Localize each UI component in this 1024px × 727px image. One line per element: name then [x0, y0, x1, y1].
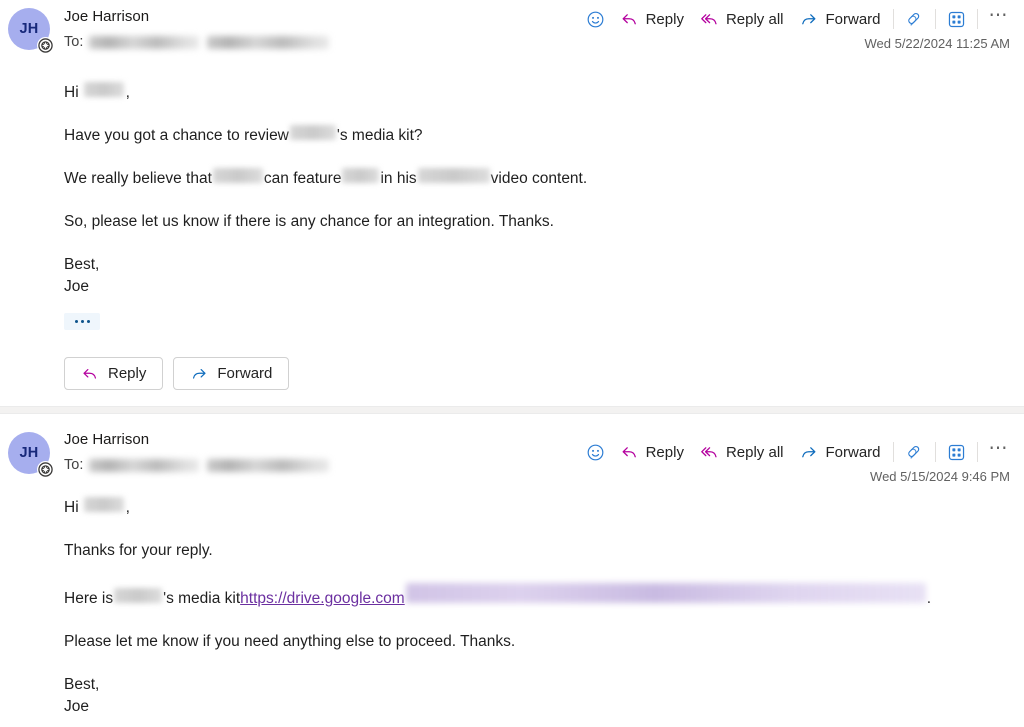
reply-all-button[interactable]: Reply all: [692, 437, 792, 467]
avatar[interactable]: JH: [8, 8, 54, 54]
recipient-line: To:: [64, 455, 330, 475]
tag-button[interactable]: [898, 437, 931, 467]
forward-action-button[interactable]: Forward: [173, 357, 290, 390]
dot-icon: [80, 320, 84, 323]
body-paragraph-with-link: Here is 's media kit https://drive.googl…: [64, 583, 1004, 609]
sender-block: Joe Harrison To:: [64, 6, 330, 52]
greeting-name-redacted: [83, 497, 124, 512]
paragraph-text: Have you got a chance to review: [64, 127, 289, 144]
expand-quoted-text-button[interactable]: [64, 313, 100, 330]
message-header: JH Joe Harrison To: Reply Reply all Forw…: [0, 417, 1024, 484]
paragraph-text: 's media kit: [163, 590, 241, 607]
tag-button[interactable]: [898, 4, 931, 34]
paragraph-text: We really believe that: [64, 170, 212, 187]
email-thread: JH Joe Harrison To: Reply Reply all Forw…: [0, 0, 1024, 727]
reply-all-button-label: Reply all: [725, 10, 784, 28]
message-actions: Reply Forward: [0, 357, 1024, 390]
greeting-line: Hi ,: [64, 497, 1004, 518]
message-timestamp: Wed 5/15/2024 9:46 PM: [870, 469, 1010, 484]
greeting-prefix: Hi: [64, 499, 79, 516]
sender-name[interactable]: Joe Harrison: [64, 429, 329, 451]
forward-button-label: Forward: [825, 443, 881, 461]
sender-name[interactable]: Joe Harrison: [64, 6, 329, 28]
message-toolbar: Reply Reply all Forward ⋯: [579, 4, 1016, 34]
paragraph-text: 's media kit?: [336, 127, 423, 144]
signature-line: Best,: [64, 676, 100, 693]
dot-icon: [86, 320, 90, 323]
greeting-prefix: Hi: [64, 84, 79, 101]
toolbar-separator: [934, 442, 936, 462]
dot-icon: [74, 320, 78, 323]
media-kit-link[interactable]: https://drive.google.com: [240, 588, 405, 609]
toolbar-separator: [976, 442, 978, 462]
reply-action-button[interactable]: Reply: [64, 357, 164, 390]
body-paragraph: Thanks for your reply.: [64, 542, 213, 559]
redacted-topic: [417, 168, 490, 183]
forward-action-label: Forward: [217, 365, 273, 382]
forward-button[interactable]: Forward: [791, 4, 888, 34]
reply-button[interactable]: Reply: [612, 4, 692, 34]
email-message: JH Joe Harrison To: Reply Reply all Forw…: [0, 0, 1024, 406]
emoji-react-button[interactable]: [579, 437, 612, 467]
blocked-sender-badge-icon: [37, 461, 54, 478]
signature-line: Joe: [64, 698, 89, 715]
greeting-line: Hi ,: [64, 82, 1004, 103]
to-label: To:: [64, 457, 84, 473]
redacted-name: [114, 588, 163, 603]
toolbar-separator: [892, 9, 894, 29]
message-header: JH Joe Harrison To: Reply Reply all Forw…: [0, 2, 1024, 64]
toolbar-separator: [892, 442, 894, 462]
reply-all-button-label: Reply all: [725, 443, 784, 461]
sender-block: Joe Harrison To:: [64, 429, 330, 475]
body-paragraph: Have you got a chance to review 's media…: [64, 125, 1004, 146]
signature-line: Joe: [64, 278, 89, 295]
redacted-link-tail: [405, 583, 926, 603]
body-paragraph: So, please let us know if there is any c…: [64, 213, 554, 230]
redacted-name: [212, 168, 263, 183]
apps-button[interactable]: [940, 437, 973, 467]
redacted-name: [342, 168, 380, 183]
paragraph-text: Here is: [64, 590, 114, 607]
message-divider: [0, 406, 1024, 414]
recipient-redacted: [89, 458, 200, 472]
reply-action-label: Reply: [108, 365, 147, 382]
blocked-sender-badge-icon: [37, 37, 54, 54]
emoji-react-button[interactable]: [579, 4, 612, 34]
email-message: JH Joe Harrison To: Reply Reply all Forw…: [0, 414, 1024, 718]
paragraph-text: in his: [380, 170, 417, 187]
reply-all-button[interactable]: Reply all: [692, 4, 792, 34]
reply-button[interactable]: Reply: [612, 437, 692, 467]
recipient-email-redacted: [207, 35, 330, 49]
apps-button[interactable]: [940, 4, 973, 34]
message-timestamp: Wed 5/22/2024 11:25 AM: [864, 36, 1010, 51]
greeting-suffix: ,: [125, 499, 130, 516]
recipient-email-redacted: [207, 458, 330, 472]
message-toolbar: Reply Reply all Forward ⋯: [579, 437, 1016, 467]
more-options-button[interactable]: ⋯: [982, 437, 1017, 467]
redacted-name: [289, 125, 336, 140]
paragraph-text: video content.: [490, 170, 588, 187]
recipient-redacted: [89, 35, 200, 49]
toolbar-separator: [976, 9, 978, 29]
signature-line: Best,: [64, 256, 100, 273]
reply-button-label: Reply: [645, 10, 684, 28]
more-options-button[interactable]: ⋯: [982, 4, 1017, 34]
toolbar-separator: [934, 9, 936, 29]
avatar[interactable]: JH: [8, 432, 54, 478]
paragraph-text: .: [926, 590, 932, 607]
paragraph-text: can feature: [263, 170, 342, 187]
message-body: Hi , Have you got a chance to review 's …: [0, 64, 1024, 357]
recipient-line: To:: [64, 32, 330, 52]
greeting-name-redacted: [83, 82, 124, 97]
greeting-suffix: ,: [125, 84, 130, 101]
reply-button-label: Reply: [645, 443, 684, 461]
forward-button[interactable]: Forward: [791, 437, 888, 467]
message-body: Hi , Thanks for your reply. Here is 's m…: [0, 479, 1024, 718]
to-label: To:: [64, 34, 84, 50]
body-paragraph: Please let me know if you need anything …: [64, 633, 516, 650]
forward-button-label: Forward: [825, 10, 881, 28]
body-paragraph: We really believe that can feature in hi…: [64, 168, 1004, 189]
